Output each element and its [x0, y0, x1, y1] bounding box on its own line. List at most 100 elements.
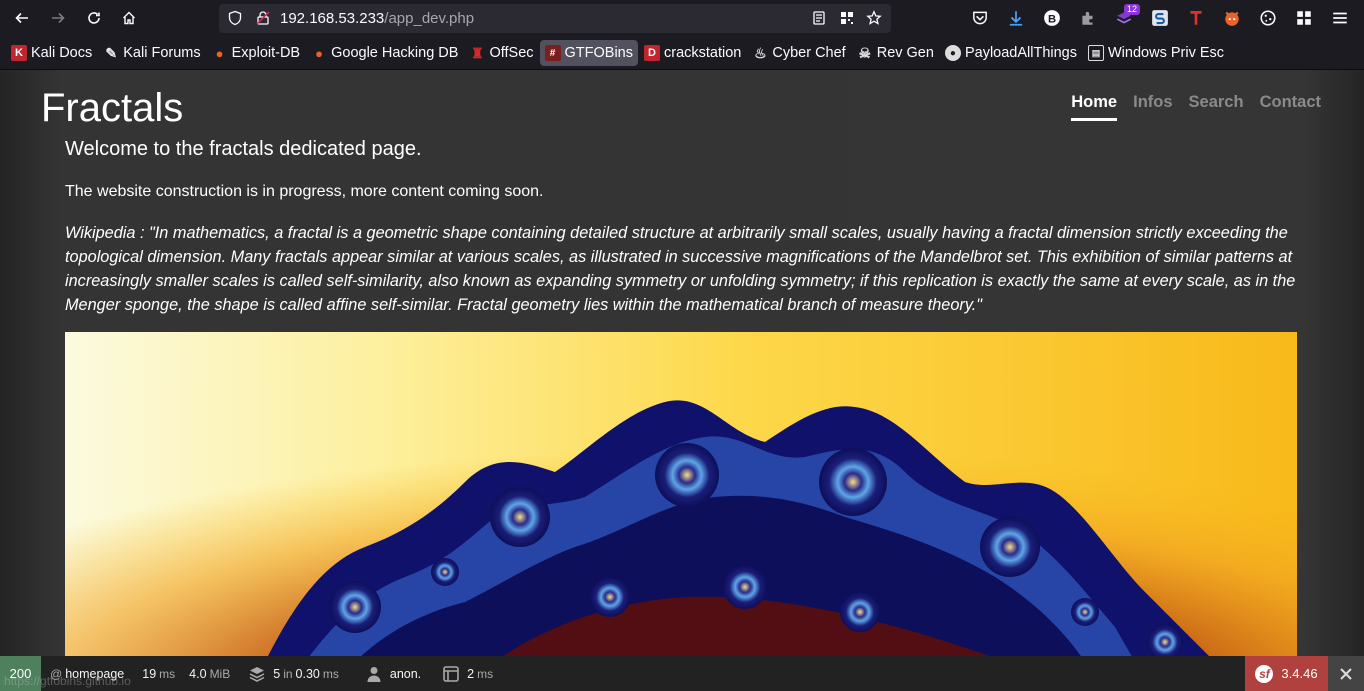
extension-t-button[interactable]	[1178, 3, 1214, 33]
symfony-debug-toolbar: 200 @ homepage 19 ms 4.0 MiB 5 in 0.30 ms anon…	[0, 656, 1364, 691]
insecure-lock-icon[interactable]	[255, 10, 271, 26]
url-bar[interactable]: 192.168.53.233/app_dev.php	[219, 4, 891, 33]
bookmark-rev-gen[interactable]: ☠ Rev Gen	[852, 40, 939, 66]
bookmark-label: Cyber Chef	[772, 45, 846, 61]
bookmark-google-hacking-db[interactable]: ● Google Hacking DB	[306, 40, 463, 66]
symfony-version: 3.4.46	[1281, 666, 1318, 681]
hamburger-menu-icon	[1333, 12, 1347, 24]
github-icon: ●	[944, 45, 961, 61]
bookmark-label: Kali Forums	[123, 45, 201, 61]
nav-infos[interactable]: Infos	[1133, 93, 1172, 121]
home-button[interactable]	[113, 2, 145, 34]
back-button[interactable]	[6, 2, 38, 34]
windows-priv-esc-icon: ▤	[1088, 45, 1104, 61]
db-unit: ms	[322, 666, 339, 681]
fractal-image	[65, 332, 1297, 656]
gtfobins-icon: #	[544, 45, 561, 61]
back-arrow-icon	[15, 12, 28, 24]
extension-puzzle-button[interactable]	[1070, 3, 1106, 33]
debug-toolbar-close-button[interactable]	[1328, 656, 1364, 691]
bookmark-star-icon[interactable]	[866, 10, 882, 26]
nav-search[interactable]: Search	[1189, 93, 1244, 121]
site-nav: Home Infos Search Contact	[1055, 93, 1321, 121]
reload-button[interactable]	[78, 2, 110, 34]
downloads-button[interactable]	[998, 3, 1034, 33]
bookmark-kali-forums[interactable]: ✎ Kali Forums	[98, 40, 205, 66]
page-viewport: Fractals Home Infos Search Contact Welco…	[0, 70, 1364, 656]
db-query-count: 5	[273, 666, 281, 681]
forward-arrow-icon	[52, 12, 65, 24]
svg-text:B: B	[1048, 14, 1056, 26]
browser-toolbar: 192.168.53.233/app_dev.php B 12	[0, 0, 1364, 37]
user-name: anon.	[389, 666, 422, 681]
url-text[interactable]: 192.168.53.233/app_dev.php	[280, 10, 474, 27]
bookmark-gtfobins[interactable]: # GTFOBins	[539, 40, 638, 66]
db-in: in	[283, 666, 293, 681]
extension-fox-button[interactable]	[1214, 3, 1250, 33]
b-extension-icon: B	[1044, 10, 1060, 26]
memory-item[interactable]: 4.0 MiB	[187, 656, 242, 691]
bookmark-label: GTFOBins	[564, 45, 633, 61]
user-icon	[367, 666, 381, 682]
app-menu-button[interactable]	[1322, 3, 1358, 33]
extension-s-button[interactable]	[1142, 3, 1178, 33]
twig-value: 2	[467, 666, 475, 681]
extensions-grid-icon	[1297, 11, 1311, 25]
bookmark-offsec[interactable]: ♜ OffSec	[464, 40, 538, 66]
close-icon	[1340, 667, 1352, 680]
pocket-button[interactable]	[962, 3, 998, 33]
extension-cookie-button[interactable]	[1250, 3, 1286, 33]
time-value: 19	[142, 666, 157, 681]
reload-icon	[88, 12, 100, 24]
memory-unit: MiB	[209, 666, 231, 681]
nav-contact[interactable]: Contact	[1260, 93, 1321, 121]
request-time-item[interactable]: 19 ms	[133, 656, 187, 691]
database-layers-icon	[249, 666, 265, 682]
kali-forums-icon: ✎	[105, 44, 118, 61]
db-time: 0.30	[295, 666, 320, 681]
bookmark-crackstation[interactable]: Dcrackstation	[639, 40, 746, 66]
nav-home[interactable]: Home	[1071, 93, 1118, 121]
symfony-version-badge[interactable]: sf 3.4.46	[1245, 656, 1328, 691]
bookmark-label: PayloadAllThings	[964, 45, 1077, 61]
s-extension-icon	[1152, 10, 1168, 26]
exploit-db-icon: ●	[215, 45, 224, 61]
bookmark-label: Google Hacking DB	[331, 45, 459, 61]
bookmark-windows-priv-esc[interactable]: ▤ Windows Priv Esc	[1083, 40, 1229, 66]
bookmark-label: Kali Docs	[31, 45, 93, 61]
bookmark-label: OffSec	[489, 45, 534, 61]
database-item[interactable]: 5 in 0.30 ms	[242, 656, 351, 691]
forward-button[interactable]	[42, 2, 74, 34]
bookmark-label: crackstation	[664, 45, 742, 61]
revgen-icon: ☠	[858, 44, 871, 61]
url-path: /app_dev.php	[384, 10, 475, 27]
symfony-logo-icon: sf	[1255, 664, 1274, 683]
fox-extension-icon	[1225, 11, 1239, 26]
page-background: Fractals Home Infos Search Contact Welco…	[0, 70, 1364, 656]
template-icon	[443, 665, 459, 682]
link-status-url: https://gtfobins.github.io	[4, 674, 131, 688]
bookmarks-toolbar: K Kali Docs ✎ Kali Forums ● Exploit-DB ● Goo…	[0, 37, 1364, 70]
bookmark-payloadallthings[interactable]: ● PayloadAllThings	[940, 40, 1082, 66]
twig-unit: ms	[477, 666, 494, 681]
bookmark-label: Rev Gen	[876, 45, 934, 61]
reader-view-icon[interactable]	[811, 10, 827, 26]
t-extension-icon	[1190, 11, 1202, 25]
extensions-menu-button[interactable]	[1286, 3, 1322, 33]
site-title: Fractals	[41, 86, 184, 130]
extension-purple-button[interactable]: 12	[1106, 3, 1142, 33]
user-item[interactable]: anon.	[351, 656, 430, 691]
lead-text: Welcome to the fractals dedicated page.	[65, 138, 422, 160]
time-unit: ms	[159, 666, 176, 681]
wikipedia-quote: Wikipedia : "In mathematics, a fractal i…	[65, 224, 1296, 314]
mandelbrot-fractal-picture	[65, 332, 1297, 656]
bookmark-cyber-chef[interactable]: ♨ Cyber Chef	[747, 40, 850, 66]
twig-item[interactable]: 2 ms	[430, 656, 505, 691]
qr-code-icon[interactable]	[839, 10, 855, 26]
bookmark-kali-docs[interactable]: K Kali Docs	[6, 40, 97, 66]
extension-b-button[interactable]: B	[1034, 3, 1070, 33]
bookmark-label: Exploit-DB	[231, 45, 301, 61]
url-host: 192.168.53.233	[280, 10, 385, 27]
bookmark-exploit-db[interactable]: ● Exploit-DB	[207, 40, 306, 66]
shield-icon[interactable]	[227, 10, 243, 26]
